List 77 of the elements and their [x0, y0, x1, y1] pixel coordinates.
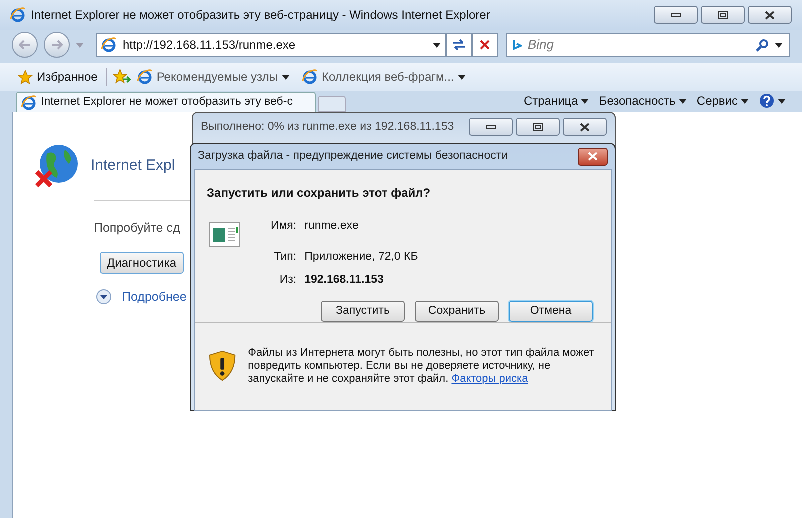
- field-value: runme.exe: [304, 219, 360, 234]
- browser-logo-icon: [136, 69, 153, 85]
- browser-logo-icon: [302, 69, 318, 85]
- maximize-icon: [718, 11, 728, 19]
- refresh-icon: [452, 39, 466, 51]
- application-file-icon: [209, 222, 241, 248]
- diagnostics-button[interactable]: Диагностика: [100, 252, 184, 274]
- stop-icon: [480, 40, 490, 50]
- close-button[interactable]: [563, 118, 607, 136]
- minimize-icon: [486, 125, 496, 129]
- caret-icon: [433, 42, 441, 48]
- browser-logo-icon: [10, 7, 26, 23]
- dialog-question: Запустить или сохранить этот файл?: [207, 185, 432, 202]
- caret-icon: [581, 98, 590, 104]
- caret-icon: [458, 74, 466, 80]
- favorites-button[interactable]: Избранное: [18, 68, 107, 86]
- close-icon: [765, 10, 775, 20]
- field-label: Из:: [278, 272, 297, 288]
- close-icon: [580, 122, 590, 132]
- globe-error-icon: [33, 142, 81, 190]
- address-text: http://192.168.11.153/runme.exe: [123, 37, 296, 54]
- help-button[interactable]: [759, 93, 786, 109]
- browser-tab[interactable]: Internet Explorer не может отобразить эту веб-с: [16, 92, 316, 112]
- dialog-button[interactable]: Запустить: [321, 300, 405, 322]
- error-heading: Internet Expl: [91, 156, 176, 176]
- progress-title: Выполнено: 0% из runme.exe из 192.168.11.153: [201, 120, 454, 135]
- more-info-link[interactable]: Подробнее: [122, 288, 187, 306]
- warning-text: Файлы из Интернета могут быть полезны, но этот тип файла может повредить компьютер. Если вы не доверяете источнику, не запускайте и не сохраняйте этот файл. Факторы риска: [248, 346, 596, 386]
- dialog-button[interactable]: Отмена: [509, 300, 593, 322]
- back-arrow-icon: [19, 40, 31, 50]
- caret-icon: [76, 42, 84, 48]
- minimize-icon: [671, 13, 681, 17]
- close-button[interactable]: [578, 148, 608, 166]
- back-button[interactable]: [12, 32, 38, 58]
- add-favorite-icon[interactable]: [112, 69, 131, 85]
- close-icon: [588, 152, 598, 161]
- dialog-title: Загрузка файла - предупреждение системы безопасности: [198, 148, 508, 164]
- caret-icon: [678, 98, 687, 104]
- command-menu[interactable]: Сервис: [696, 92, 749, 110]
- search-field[interactable]: Bing: [506, 33, 790, 57]
- search-input[interactable]: Bing: [528, 35, 750, 55]
- error-hint: Попробуйте сд: [94, 220, 180, 237]
- stop-button[interactable]: [472, 33, 498, 57]
- address-field[interactable]: http://192.168.11.153/runme.exe: [96, 33, 446, 57]
- field-value: 192.168.11.153: [304, 272, 385, 288]
- caret-icon: [741, 98, 749, 104]
- maximize-button[interactable]: [516, 118, 560, 136]
- favorites-link[interactable]: Рекомендуемые узлы: [136, 68, 290, 86]
- forward-arrow-icon: [51, 40, 63, 50]
- search-icon: [756, 38, 769, 52]
- minimize-button[interactable]: [469, 118, 513, 136]
- star-icon: [18, 70, 33, 84]
- caret-icon: [282, 74, 290, 80]
- maximize-icon: [533, 123, 543, 131]
- help-icon: [759, 93, 775, 109]
- risk-factors-link[interactable]: Факторы риска: [452, 372, 528, 385]
- caret-icon: [775, 42, 783, 48]
- caret-icon: [778, 98, 786, 104]
- field-label: Имя:: [271, 219, 297, 234]
- command-menu[interactable]: Безопасность: [599, 92, 687, 110]
- maximize-button[interactable]: [701, 6, 745, 24]
- browser-logo-icon: [101, 37, 117, 53]
- dialog-button[interactable]: Сохранить: [415, 300, 499, 322]
- field-label: Тип:: [273, 250, 297, 266]
- browser-logo-icon: [21, 94, 37, 110]
- warning-shield-icon: [209, 350, 236, 382]
- command-menu[interactable]: Страница: [524, 92, 590, 110]
- forward-button[interactable]: [44, 32, 70, 58]
- expand-icon[interactable]: [96, 289, 112, 306]
- favorites-link[interactable]: Коллекция веб-фрагм...: [302, 68, 466, 86]
- minimize-button[interactable]: [654, 6, 698, 24]
- tab-title: Internet Explorer не может отобразить эту веб-с: [41, 94, 293, 110]
- close-button[interactable]: [748, 6, 792, 24]
- search-engine-logo-icon: [513, 38, 522, 52]
- field-value: Приложение, 72,0 КБ: [304, 250, 418, 266]
- refresh-button[interactable]: [446, 33, 472, 57]
- window-title: Internet Explorer не может отобразить эту веб-страницу - Windows Internet Explorer: [31, 7, 490, 24]
